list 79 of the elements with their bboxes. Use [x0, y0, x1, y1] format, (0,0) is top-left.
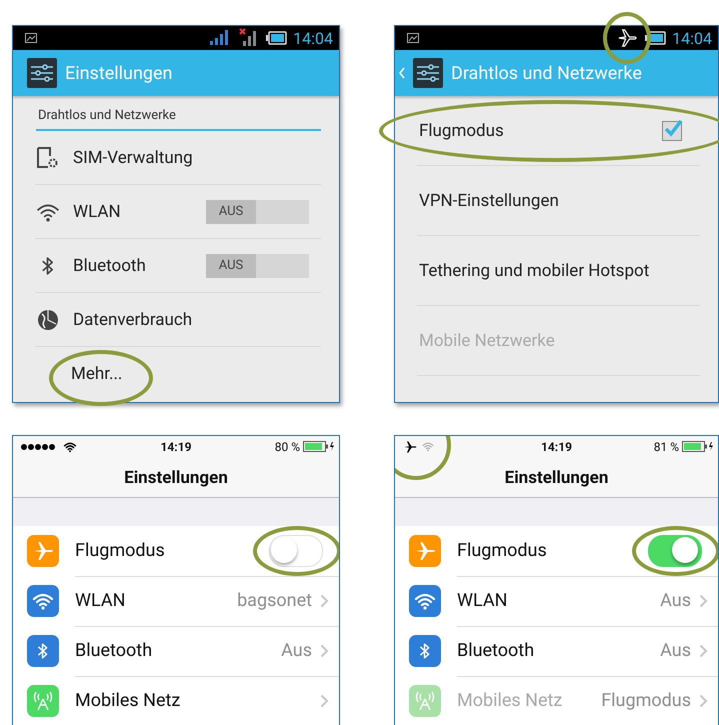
item-value: bagsonet — [237, 590, 312, 611]
settings-item[interactable]: Mehr... — [35, 347, 321, 400]
settings-icon[interactable] — [413, 58, 443, 88]
settings-item[interactable]: Datenverbrauch — [35, 293, 321, 347]
settings-item[interactable]: WLAN bagsonet — [13, 576, 339, 626]
item-label: SIM-Verwaltung — [73, 148, 193, 168]
chevron-icon — [699, 644, 708, 658]
checkbox[interactable] — [662, 120, 682, 140]
item-label: Datenverbrauch — [73, 310, 192, 330]
item-label: Bluetooth — [75, 640, 152, 661]
status-time: 14:19 — [541, 440, 572, 454]
item-value: Aus — [281, 640, 312, 661]
item-value: Aus — [660, 640, 691, 661]
screen-title: Einstellungen — [65, 62, 172, 84]
settings-item[interactable]: Flugmodus — [417, 96, 700, 166]
item-label: WLAN — [73, 202, 121, 222]
wifi-icon — [27, 585, 59, 617]
item-label: Mobiles Netz — [457, 690, 562, 711]
item-value: Aus — [660, 590, 691, 611]
item-label: Flugmodus — [457, 540, 547, 561]
item-label: Mehr... — [71, 364, 122, 384]
battery-charging-icon — [682, 441, 714, 452]
toggle-switch[interactable] — [648, 534, 702, 566]
item-label: VPN-Einstellungen — [419, 190, 559, 210]
antenna-icon — [409, 685, 441, 717]
settings-item[interactable]: Flugmodus — [395, 526, 718, 576]
bluetooth-icon — [27, 635, 59, 667]
status-time: 14:04 — [293, 28, 333, 48]
toggle-switch[interactable]: AUS — [206, 254, 309, 278]
chevron-icon — [320, 694, 329, 708]
settings-item[interactable]: Bluetooth Aus — [395, 626, 718, 676]
image-notification-icon — [407, 33, 419, 43]
screen-title: Drahtlos und Netzwerke — [451, 62, 642, 84]
item-label: WLAN — [457, 590, 508, 611]
settings-icon[interactable] — [27, 58, 57, 88]
battery-icon — [644, 31, 666, 45]
battery-percent: 81 % — [654, 440, 679, 454]
item-label: Flugmodus — [75, 540, 165, 561]
settings-item[interactable]: WLAN AUS — [35, 185, 321, 239]
battery-percent: 80 % — [274, 440, 300, 454]
status-time: 14:19 — [160, 440, 192, 454]
image-notification-icon — [25, 33, 37, 43]
toggle-switch[interactable]: AUS — [206, 200, 309, 224]
battery-charging-icon — [303, 441, 335, 452]
item-label: Bluetooth — [457, 640, 534, 661]
toggle-switch[interactable] — [269, 534, 323, 566]
settings-item[interactable]: SIM-Verwaltung — [35, 131, 321, 185]
back-chevron-icon[interactable] — [399, 67, 405, 79]
item-label: Flugmodus — [419, 120, 504, 140]
settings-item[interactable]: Tethering und mobiler Hotspot — [417, 236, 700, 306]
antenna-icon — [27, 685, 59, 717]
settings-item[interactable]: Mobiles Netz — [13, 676, 339, 725]
globe-icon — [35, 308, 61, 332]
item-label: Bluetooth — [73, 256, 146, 276]
item-label: WLAN — [75, 590, 126, 611]
screen-title: Einstellungen — [395, 458, 718, 498]
wifi-icon — [63, 440, 77, 453]
status-time: 14:04 — [672, 28, 712, 48]
item-label: Mobiles Netz — [75, 690, 180, 711]
wifi-icon — [409, 585, 441, 617]
airplane-icon — [27, 535, 59, 567]
settings-item[interactable]: Bluetooth Aus — [13, 626, 339, 676]
settings-item[interactable]: VPN-Einstellungen — [417, 166, 700, 236]
item-value: Flugmodus — [601, 690, 691, 711]
item-label: Tethering und mobiler Hotspot — [419, 260, 650, 280]
section-header: Drahtlos und Netzwerke — [36, 102, 321, 131]
settings-item[interactable]: WLAN Aus — [395, 576, 718, 626]
chevron-icon — [699, 594, 708, 608]
screen-title: Einstellungen — [13, 458, 339, 498]
chevron-icon — [699, 694, 708, 708]
battery-icon — [265, 31, 288, 45]
airplane-icon — [409, 535, 441, 567]
item-label: Mobile Netzwerke — [419, 330, 555, 350]
settings-item[interactable]: Bluetooth AUS — [35, 239, 321, 293]
bluetooth-icon — [409, 635, 441, 667]
chevron-icon — [320, 644, 329, 658]
wifi-icon — [422, 441, 434, 452]
settings-item[interactable]: Flugmodus — [13, 526, 339, 576]
chevron-icon — [320, 594, 329, 608]
